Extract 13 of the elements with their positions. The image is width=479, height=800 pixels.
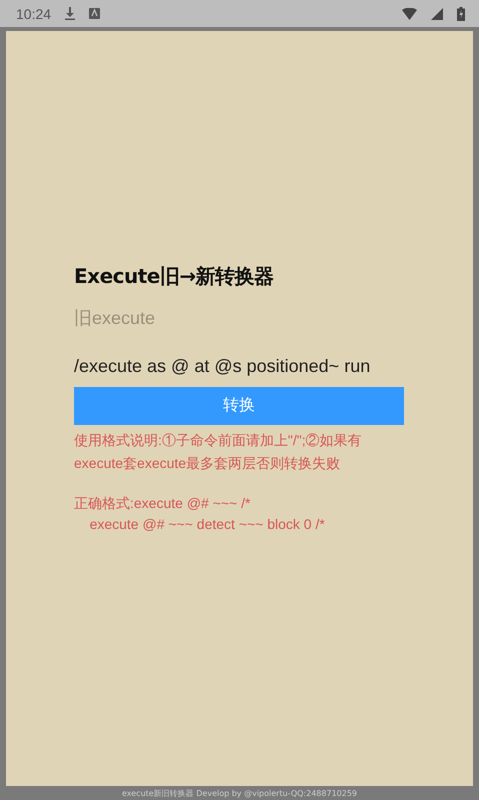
- input-field[interactable]: 旧execute: [74, 306, 404, 332]
- app-title: Execute旧→新转换器: [74, 262, 275, 290]
- notification-icon: [89, 8, 100, 19]
- wifi-icon: [402, 8, 417, 20]
- instruction-text: 正确格式:execute @# ~~~ /* execute @# ~~~ detect ~~~ block 0 /*: [74, 494, 326, 534]
- output-text: /execute as @ at @s positioned~ run: [74, 356, 372, 376]
- convert-button[interactable]: 转换: [74, 386, 404, 424]
- battery-icon: [457, 6, 465, 20]
- clock: 10:24: [16, 6, 52, 22]
- download-icon: [65, 7, 76, 20]
- signal-icon: [431, 8, 443, 20]
- footer-text: execute新旧转换器 Develop by @vipolertu-QQ:2488710259: [122, 788, 358, 798]
- instruction-text: 使用格式说明:①子命令前面请加上"/";②如果有execute套execute最多套两层否则转换失败: [74, 430, 363, 472]
